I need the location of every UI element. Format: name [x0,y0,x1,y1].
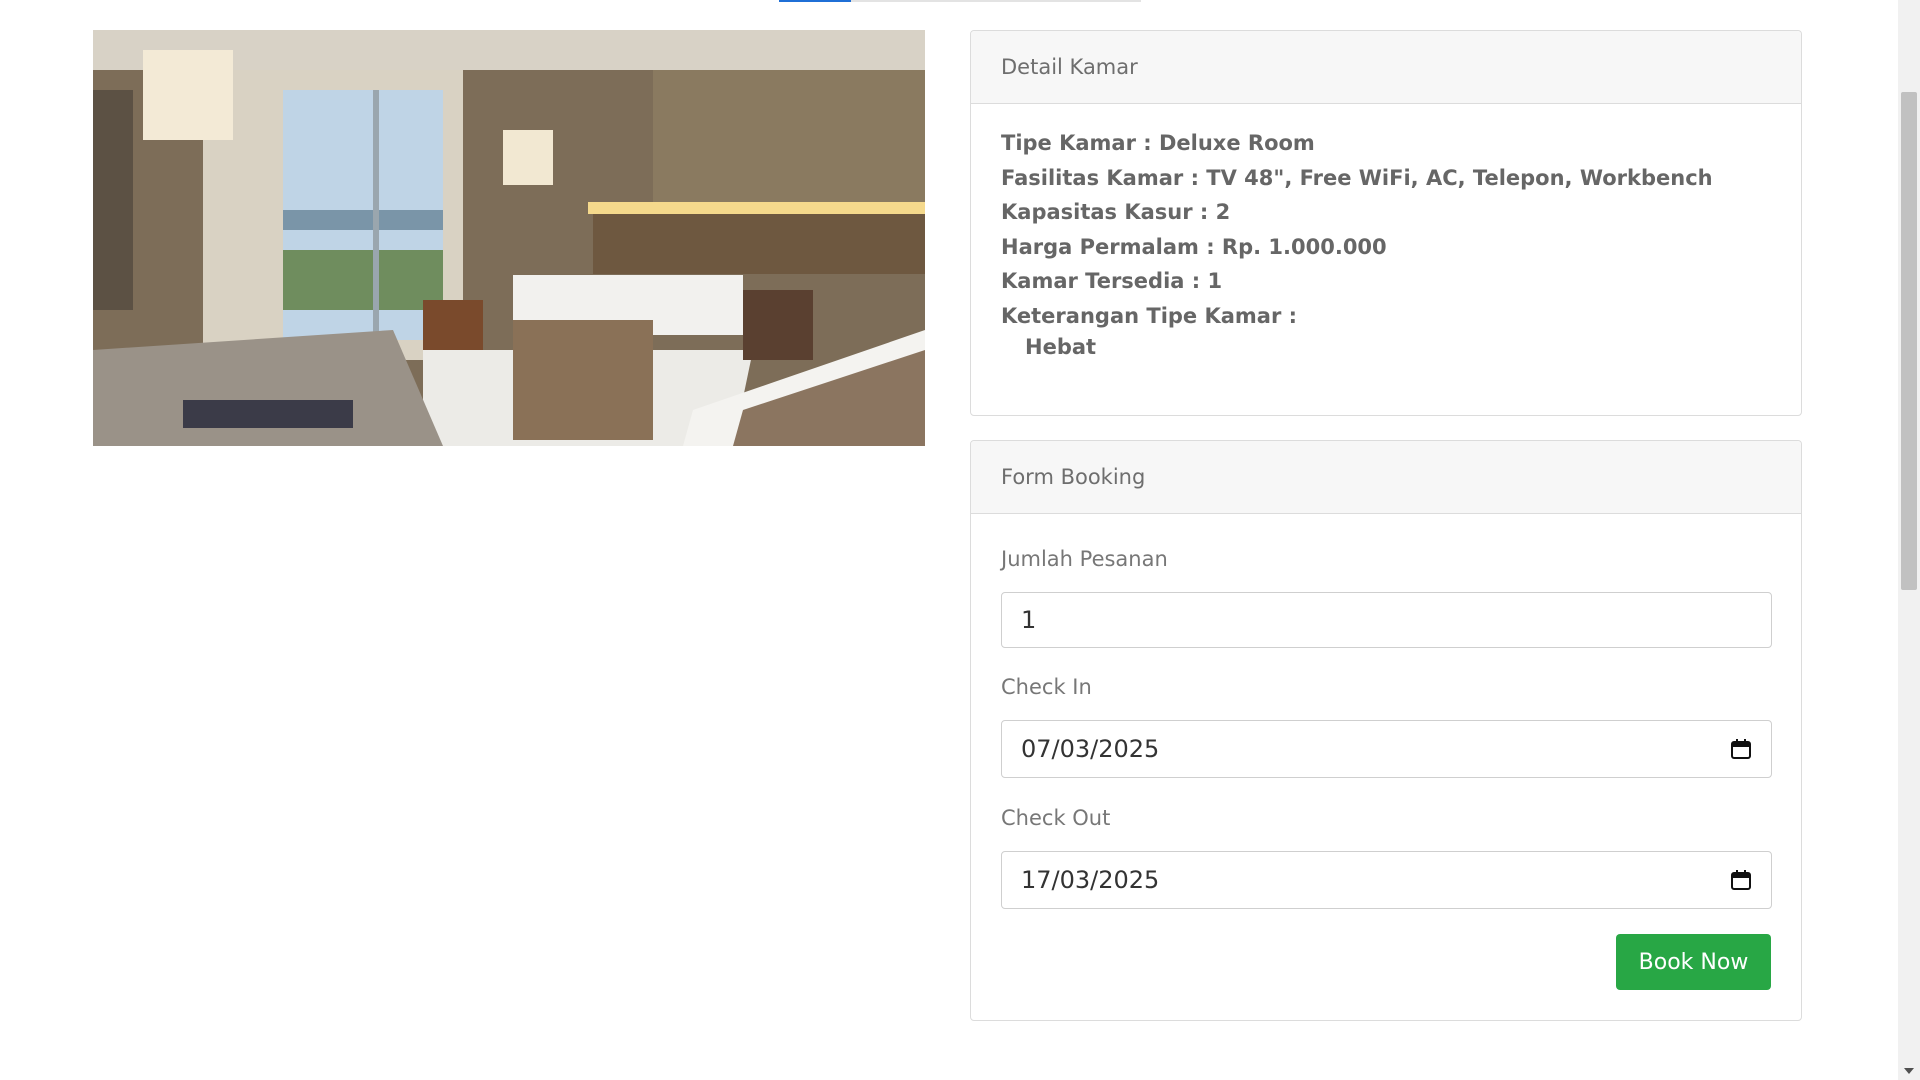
room-facilities-text: Fasilitas Kamar : TV 48", Free WiFi, AC,… [1001,165,1713,190]
room-description-label: Keterangan Tipe Kamar : [1001,303,1298,328]
room-detail-card: Detail Kamar Tipe Kamar : Deluxe Room Fa… [970,30,1802,416]
price-per-night-text: Harga Permalam : Rp. 1.000.000 [1001,234,1387,259]
book-now-button[interactable]: Book Now [1616,934,1771,990]
room-photo-illustration [93,30,925,446]
check-in-label: Check In [1001,675,1092,699]
check-in-date-input[interactable]: 07/03/2025 [1001,720,1772,778]
booking-form-card: Form Booking Jumlah Pesanan 1 Check In 0… [970,440,1802,1021]
quantity-input[interactable]: 1 [1001,592,1772,648]
room-detail-header: Detail Kamar [971,31,1801,104]
check-out-date-input[interactable]: 17/03/2025 [1001,851,1772,909]
scroll-down-arrow-icon[interactable] [1904,1068,1914,1074]
scrollbar-thumb[interactable] [1901,92,1917,590]
bed-capacity-text: Kapasitas Kasur : 2 [1001,200,1231,224]
calendar-icon[interactable] [1730,738,1752,760]
page-scrollbar[interactable] [1898,0,1920,1080]
calendar-icon[interactable] [1730,869,1752,891]
rooms-available-text: Kamar Tersedia : 1 [1001,269,1223,293]
top-tab-strip [779,0,1141,2]
check-out-value: 17/03/2025 [1021,866,1160,894]
booking-form-header: Form Booking [971,441,1801,514]
room-detail-body: Tipe Kamar : Deluxe Room Fasilitas Kamar… [971,104,1801,361]
active-tab-indicator [779,0,851,2]
quantity-label: Jumlah Pesanan [1001,547,1168,571]
quantity-value: 1 [1021,606,1037,634]
check-in-value: 07/03/2025 [1021,735,1160,763]
room-photo [93,30,925,446]
room-description-value: Hebat [1025,335,1097,359]
room-type-text: Tipe Kamar : Deluxe Room [1001,131,1315,155]
check-out-label: Check Out [1001,806,1111,830]
